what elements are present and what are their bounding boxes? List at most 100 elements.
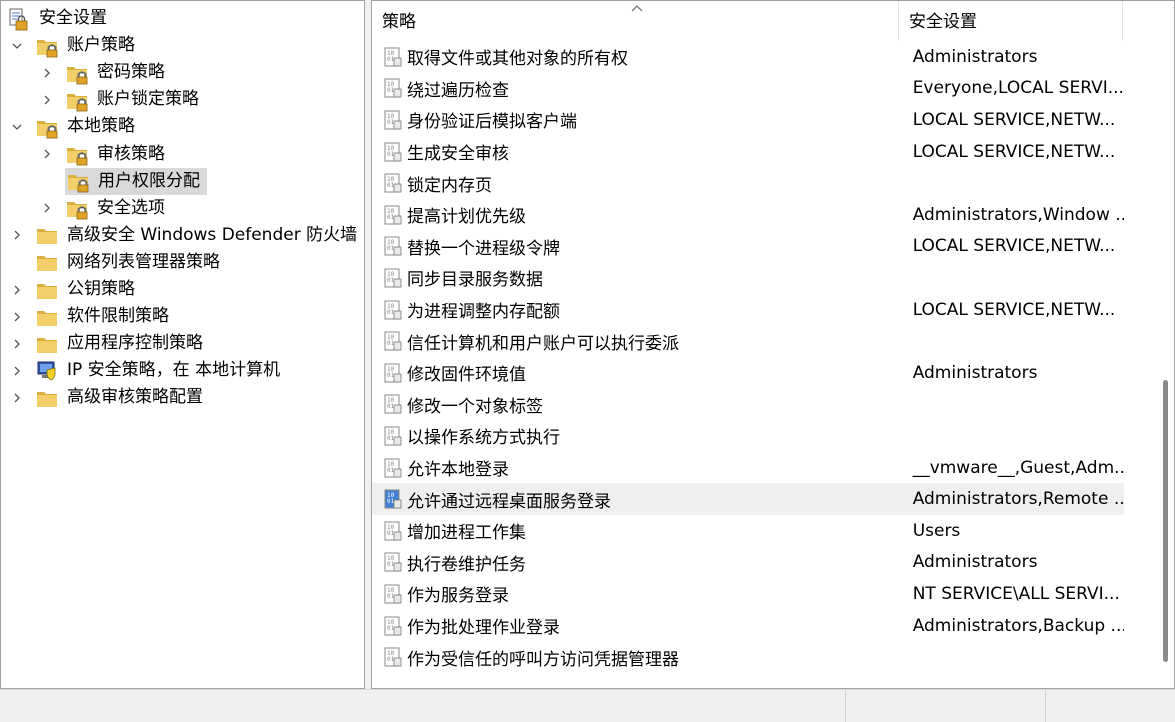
folder-lock-icon — [65, 88, 89, 112]
tree-item-content[interactable]: 高级审核策略配置 — [35, 384, 209, 411]
tree-item[interactable]: 账户锁定策略 — [37, 86, 205, 113]
tree-item[interactable]: 公钥策略 — [7, 276, 141, 303]
policy-row[interactable]: 10 01 作为批处理作业登录 Administrators,Backup ... — [372, 610, 1124, 642]
policy-row[interactable]: 10 01 执行卷维护任务 Administrators — [372, 547, 1124, 579]
policy-name: 为进程调整内存配额 — [407, 302, 560, 323]
tree-item-content[interactable]: IP 安全策略，在 本地计算机 — [35, 357, 286, 384]
policy-row[interactable]: 10 01 作为受信任的呼叫方访问凭据管理器 — [372, 641, 1124, 673]
chevron-right-icon[interactable] — [37, 86, 57, 113]
tree-item-content[interactable]: 密码策略 — [65, 59, 171, 86]
tree-item-label: 密码策略 — [97, 62, 165, 83]
policy-row[interactable]: 10 01 信任计算机和用户账户可以执行委派 — [372, 325, 1124, 357]
policy-name: 允许通过远程桌面服务登录 — [407, 491, 611, 512]
tree-item[interactable]: 审核策略 — [37, 141, 171, 168]
chevron-right-icon[interactable] — [7, 330, 27, 357]
policy-row[interactable]: 10 01 替换一个进程级令牌 LOCAL SERVICE,NETW... — [372, 231, 1124, 263]
local-security-policy-window: 安全设置 账户策略 密码策略 账户锁定策略 本地策略 审核策略 用户权限分配 安全选项 高级安全… — [0, 0, 1175, 722]
svg-text:01: 01 — [387, 372, 395, 379]
status-segment — [1045, 690, 1175, 722]
tree-item-content[interactable]: 高级安全 Windows Defender 防火墙 — [35, 222, 363, 249]
policy-row[interactable]: 10 01 身份验证后模拟客户端 LOCAL SERVICE,NETW... — [372, 104, 1124, 136]
policy-icon: 10 01 — [383, 109, 403, 131]
policy-row[interactable]: 10 01 增加进程工作集 Users — [372, 515, 1124, 547]
tree-item[interactable]: 高级审核策略配置 — [7, 384, 209, 411]
policy-name: 取得文件或其他对象的所有权 — [407, 49, 628, 70]
policy-name: 锁定内存页 — [407, 175, 492, 196]
tree-item-content[interactable]: 公钥策略 — [35, 276, 141, 303]
tree-item[interactable]: 用户权限分配 — [37, 167, 207, 195]
chevron-down-icon[interactable] — [7, 32, 27, 59]
tree-item[interactable]: 网络列表管理器策略 — [7, 249, 226, 276]
svg-text:01: 01 — [387, 340, 395, 347]
policy-row[interactable]: 10 01 同步目录服务数据 — [372, 262, 1124, 294]
policy-row[interactable]: 10 01 允许本地登录 __vmware__,Guest,Adm... — [372, 452, 1124, 484]
tree-pane[interactable]: 安全设置 账户策略密码策略账户锁定策略本地策略审核策略 用户权限分配安全选项 高级安全… — [0, 0, 365, 689]
policy-row[interactable]: 10 01 锁定内存页 — [372, 167, 1124, 199]
tree-item[interactable]: IP 安全策略，在 本地计算机 — [7, 357, 286, 384]
policy-icon: 10 01 — [383, 141, 403, 163]
policy-list-pane[interactable]: 策略 安全设置 10 01 取得文件或其他对象的所有权 Administrators 1… — [371, 0, 1175, 689]
tree-item-content[interactable]: 安全设置 — [7, 5, 113, 32]
policy-icon: 10 01 — [383, 615, 403, 637]
chevron-right-icon[interactable] — [7, 276, 27, 303]
tree-item-content[interactable]: 用户权限分配 — [65, 167, 207, 195]
policy-icon: 10 01 — [383, 646, 403, 668]
tree-item[interactable]: 安全选项 — [37, 195, 171, 222]
policy-name: 同步目录服务数据 — [407, 270, 543, 291]
policy-setting: Administrators — [912, 552, 1038, 573]
tree-item-content[interactable]: 软件限制策略 — [35, 303, 175, 330]
policy-setting: LOCAL SERVICE,NETW... — [912, 141, 1116, 162]
policy-setting: Users — [912, 520, 961, 541]
chevron-right-icon[interactable] — [7, 303, 27, 330]
tree-item-content[interactable]: 本地策略 — [35, 113, 141, 140]
policy-icon: 10 01 — [383, 457, 403, 479]
tree-item[interactable]: 安全设置 — [7, 5, 113, 32]
tree-item-content[interactable]: 审核策略 — [65, 141, 171, 168]
sort-ascending-icon — [631, 5, 643, 12]
tree-item[interactable]: 密码策略 — [37, 59, 171, 86]
chevron-right-icon[interactable] — [37, 195, 57, 222]
tree-item-label: 公钥策略 — [67, 279, 135, 299]
tree-item-content[interactable]: 账户锁定策略 — [65, 86, 205, 113]
tree-item[interactable]: 软件限制策略 — [7, 303, 175, 330]
chevron-right-icon[interactable] — [7, 222, 27, 249]
policy-row[interactable]: 10 01 作为服务登录 NT SERVICE\ALL SERVI... — [372, 578, 1124, 610]
tree-item[interactable]: 应用程序控制策略 — [7, 330, 209, 357]
policy-row[interactable]: 10 01 修改一个对象标签 — [372, 389, 1124, 421]
svg-text:01: 01 — [387, 214, 395, 221]
tree-item-content[interactable]: 安全选项 — [65, 195, 171, 222]
policy-row[interactable]: 10 01 取得文件或其他对象的所有权 Administrators — [372, 41, 1124, 73]
policy-setting: Administrators,Backup ... — [912, 615, 1124, 636]
chevron-right-icon[interactable] — [7, 357, 27, 384]
tree-item[interactable]: 本地策略 — [7, 113, 141, 140]
scrollbar-thumb[interactable] — [1163, 380, 1168, 662]
policy-icon: 10 01 — [383, 77, 403, 99]
policy-row[interactable]: 10 01 提高计划优先级 Administrators,Window ... — [372, 199, 1124, 231]
tree-item-label: 本地策略 — [67, 116, 135, 137]
tree-item-content[interactable]: 账户策略 — [35, 32, 141, 59]
chevron-right-icon[interactable] — [37, 141, 57, 168]
tree-item[interactable]: 账户策略 — [7, 32, 141, 59]
policy-row[interactable]: 10 01 绕过遍历检查 Everyone,LOCAL SERVI... — [372, 73, 1124, 105]
policy-row[interactable]: 10 01 为进程调整内存配额 LOCAL SERVICE,NETW... — [372, 294, 1124, 326]
svg-text:01: 01 — [387, 467, 395, 474]
chevron-right-icon[interactable] — [37, 59, 57, 86]
policy-row[interactable]: 10 01 以操作系统方式执行 — [372, 420, 1124, 452]
tree-item-label: 软件限制策略 — [67, 306, 169, 327]
tree-item[interactable]: 高级安全 Windows Defender 防火墙 — [7, 222, 363, 249]
tree-item-label: 用户权限分配 — [98, 170, 200, 191]
chevron-right-icon[interactable] — [7, 384, 27, 411]
tree-item-content[interactable]: 网络列表管理器策略 — [35, 249, 226, 276]
tree-item-content[interactable]: 应用程序控制策略 — [35, 330, 209, 357]
policy-row[interactable]: 10 01 允许通过远程桌面服务登录 Administrators,Remote ..… — [372, 483, 1124, 515]
policy-icon: 10 01 — [383, 520, 403, 542]
svg-text:01: 01 — [387, 435, 395, 442]
policy-row[interactable]: 10 01 生成安全审核 LOCAL SERVICE,NETW... — [372, 136, 1124, 168]
chevron-down-icon[interactable] — [7, 113, 27, 140]
policy-setting: LOCAL SERVICE,NETW... — [912, 236, 1116, 257]
policy-name: 生成安全审核 — [407, 144, 509, 165]
vertical-scrollbar[interactable] — [1156, 41, 1174, 688]
policy-row[interactable]: 10 01 修改固件环境值 Administrators — [372, 357, 1124, 389]
column-header-security-setting[interactable]: 安全设置 — [899, 1, 1123, 41]
policy-setting: Administrators,Remote ... — [912, 489, 1124, 510]
